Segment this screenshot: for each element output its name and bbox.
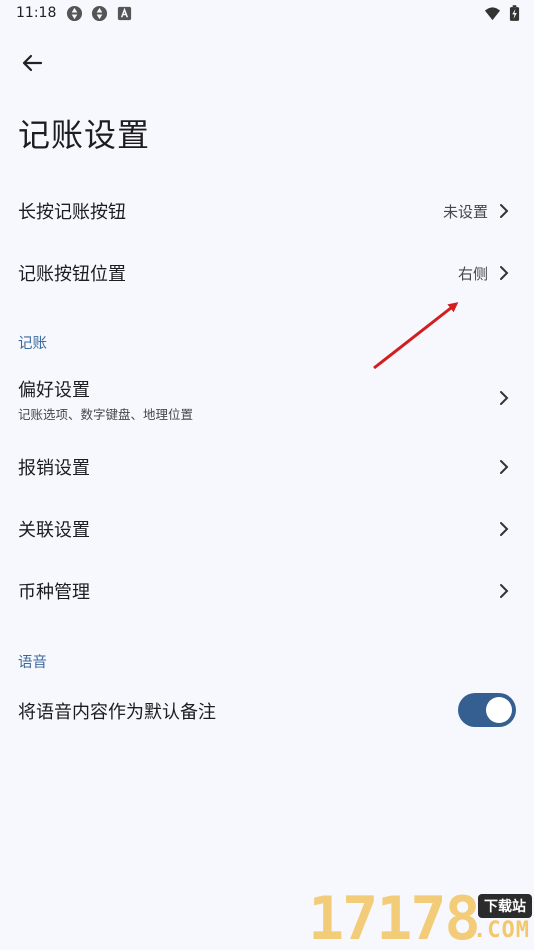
back-button[interactable] bbox=[16, 48, 48, 78]
watermark-digits: 17178 bbox=[308, 884, 481, 950]
chevron-right-icon bbox=[500, 391, 509, 405]
preferences-label: 偏好设置 bbox=[18, 380, 90, 401]
currency-label: 币种管理 bbox=[18, 582, 90, 603]
toggle-knob bbox=[486, 697, 512, 723]
chevron-right-icon bbox=[500, 522, 509, 536]
button-position-setting-row[interactable]: 记账按钮位置 右侧 bbox=[0, 248, 534, 298]
status-icons-right bbox=[484, 5, 520, 22]
wifi-icon bbox=[484, 7, 501, 21]
sync-icon bbox=[66, 5, 83, 22]
status-icons-left bbox=[66, 5, 133, 22]
reimbursement-setting-row[interactable]: 报销设置 bbox=[0, 442, 534, 492]
currency-setting-row[interactable]: 币种管理 bbox=[0, 566, 534, 616]
watermark-logo: 17178 下载站 .COM bbox=[308, 888, 534, 950]
status-bar: 11:18 bbox=[0, 0, 534, 30]
chevron-right-icon bbox=[500, 460, 509, 474]
long-press-value: 未设置 bbox=[442, 202, 488, 221]
button-position-value: 右侧 bbox=[457, 264, 488, 283]
preferences-subtitle: 记账选项、数字键盘、地理位置 bbox=[18, 407, 194, 422]
linked-setting-row[interactable]: 关联设置 bbox=[0, 504, 534, 554]
reimbursement-label: 报销设置 bbox=[18, 458, 90, 479]
app-a-icon bbox=[117, 6, 132, 21]
chevron-right-icon bbox=[500, 584, 509, 598]
arrow-back-icon bbox=[22, 54, 43, 72]
voice-default-note-toggle[interactable] bbox=[458, 693, 516, 727]
preferences-setting-row[interactable]: 偏好设置 记账选项、数字键盘、地理位置 bbox=[0, 370, 534, 426]
chevron-right-icon bbox=[500, 204, 509, 218]
battery-charging-icon bbox=[509, 5, 520, 21]
page-title: 记账设置 bbox=[18, 116, 151, 154]
watermark-suffix: .COM bbox=[473, 918, 530, 943]
sync-icon bbox=[91, 5, 108, 22]
long-press-setting-row[interactable]: 长按记账按钮 未设置 bbox=[0, 186, 534, 236]
linked-label: 关联设置 bbox=[18, 520, 90, 541]
long-press-label: 长按记账按钮 bbox=[18, 202, 126, 223]
voice-default-note-label: 将语音内容作为默认备注 bbox=[18, 702, 216, 723]
voice-default-note-row[interactable]: 将语音内容作为默认备注 bbox=[0, 686, 534, 736]
chevron-right-icon bbox=[500, 266, 509, 280]
section-header-bookkeeping: 记账 bbox=[18, 336, 47, 352]
watermark-tag: 下载站 bbox=[478, 894, 532, 918]
status-time: 11:18 bbox=[16, 5, 57, 21]
section-header-voice: 语音 bbox=[18, 655, 47, 671]
button-position-label: 记账按钮位置 bbox=[18, 264, 126, 285]
